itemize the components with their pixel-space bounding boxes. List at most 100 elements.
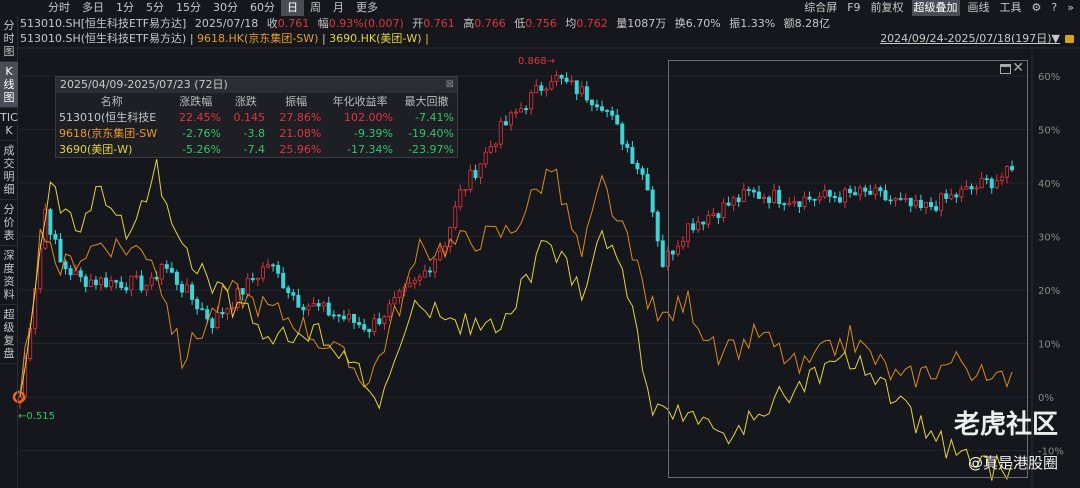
candle-body bbox=[255, 277, 260, 281]
separator: | bbox=[321, 32, 326, 45]
tool-1[interactable]: F9 bbox=[845, 0, 862, 16]
tool-2[interactable]: 前复权 bbox=[869, 0, 906, 16]
sidebar-item-1[interactable]: K线图 bbox=[0, 62, 18, 108]
high-value: 0.766 bbox=[474, 17, 506, 30]
candle-body bbox=[291, 292, 296, 296]
candle-body bbox=[539, 85, 544, 91]
legend-jd[interactable]: 9618.HK(京东集团-SW) bbox=[197, 32, 318, 45]
stats-cell: -5.26% bbox=[182, 142, 221, 156]
sidebar-item-0[interactable]: 分时图 bbox=[0, 16, 18, 62]
y-tick-label: 20% bbox=[1038, 286, 1060, 297]
tool-0[interactable]: 综合屏 bbox=[802, 0, 839, 16]
candle-body bbox=[377, 318, 382, 325]
candle-body bbox=[93, 279, 98, 286]
volume-value: 1087万 bbox=[627, 17, 667, 30]
stats-header: 名称 bbox=[100, 95, 123, 108]
stats-cell: 102.00% bbox=[344, 110, 393, 124]
tool-3[interactable]: 超级叠加 bbox=[911, 0, 960, 16]
candle-body bbox=[331, 314, 336, 317]
tab-8[interactable]: 周 bbox=[304, 0, 327, 16]
candle-body bbox=[645, 173, 650, 191]
candle-body bbox=[362, 324, 367, 330]
separator: | bbox=[189, 32, 194, 45]
candle-body bbox=[630, 147, 635, 164]
tool-5[interactable]: 工具 bbox=[998, 0, 1024, 16]
sidebar-item-4[interactable]: 分价表 bbox=[0, 200, 18, 246]
open-label: 开 bbox=[412, 17, 424, 30]
candle-body bbox=[367, 328, 372, 333]
candle-body bbox=[78, 270, 83, 278]
tab-5[interactable]: 30分 bbox=[207, 0, 244, 16]
tab-3[interactable]: 5分 bbox=[140, 0, 170, 16]
expand-icon[interactable]: » bbox=[1065, 0, 1076, 16]
tab-0[interactable]: 分时 bbox=[42, 0, 76, 16]
stats-cell: -7.41% bbox=[415, 110, 454, 124]
tab-2[interactable]: 1分 bbox=[110, 0, 140, 16]
tab-9[interactable]: 月 bbox=[327, 0, 350, 16]
security-name: 513010.SH[恒生科技ETF易方达] bbox=[20, 17, 187, 30]
candle-body bbox=[372, 318, 377, 333]
candle-body bbox=[119, 281, 124, 288]
candle-body bbox=[422, 270, 427, 278]
tab-10[interactable]: 更多 bbox=[350, 0, 384, 16]
candle-body bbox=[53, 233, 58, 240]
candle-body bbox=[483, 151, 488, 165]
separator: | bbox=[425, 32, 429, 45]
candle-body bbox=[392, 297, 397, 305]
candle-body bbox=[190, 284, 195, 300]
turnover-label: 换 bbox=[674, 17, 686, 30]
candle-body bbox=[640, 168, 645, 175]
stats-cell: -23.97% bbox=[408, 142, 454, 156]
stats-row[interactable]: 9618(京东集团-SW -2.76% -3.8 21.08% -9.39% -19.40… bbox=[56, 125, 457, 141]
candle-body bbox=[230, 307, 235, 309]
y-tick-label: 60% bbox=[1038, 72, 1060, 83]
candle-body bbox=[240, 288, 245, 295]
candle-body bbox=[584, 86, 589, 101]
stats-title: 2025/04/09-2025/07/23 (72日) bbox=[60, 78, 228, 91]
stats-cell: -2.76% bbox=[182, 126, 221, 140]
candle-body bbox=[549, 81, 554, 90]
y-tick-label: 0% bbox=[1038, 393, 1054, 404]
maximize-icon[interactable] bbox=[1000, 64, 1011, 74]
candle-body bbox=[129, 275, 134, 291]
stats-header: 涨跌 bbox=[234, 95, 257, 108]
watermark-author: @真是港股圈 bbox=[967, 454, 1058, 472]
stats-row[interactable]: 3690(美团-W) -5.26% -7.4 25.96% -17.34% -23.97% bbox=[56, 141, 457, 157]
tab-4[interactable]: 15分 bbox=[170, 0, 207, 16]
legend-meituan[interactable]: 3690.HK(美团-W) bbox=[329, 32, 421, 45]
interval-stats-panel: 2025/04/09-2025/07/23 (72日) ⊠ 名称 涨跌幅 涨跌 振幅 年化… bbox=[55, 76, 458, 158]
candle-body bbox=[109, 280, 114, 288]
candle-body bbox=[594, 104, 599, 108]
volume-label: 量 bbox=[616, 17, 628, 30]
candle-body bbox=[48, 209, 53, 235]
legend-main[interactable]: 513010.SH(恒生科技ETF易方达) bbox=[20, 32, 186, 45]
stats-header: 年化收益率 bbox=[332, 95, 388, 108]
sidebar-item-3[interactable]: 成交明细 bbox=[0, 141, 18, 200]
candle-body bbox=[397, 290, 402, 299]
close-icon[interactable]: ✕ bbox=[1012, 60, 1024, 76]
settings-icon[interactable]: ⚙ bbox=[1030, 0, 1044, 16]
help-icon[interactable]: ? bbox=[1049, 0, 1059, 16]
tab-6[interactable]: 60分 bbox=[244, 0, 281, 16]
tab-7[interactable]: 日 bbox=[281, 0, 304, 16]
candle-body bbox=[519, 108, 524, 113]
date-range-selector[interactable]: 2024/09/24-2025/07/18(197日)▼ bbox=[880, 32, 1060, 46]
candle-body bbox=[468, 169, 473, 190]
candle-body bbox=[620, 123, 625, 145]
sidebar-item-5[interactable]: 深度资料 bbox=[0, 246, 18, 305]
lock-icon[interactable] bbox=[1065, 35, 1074, 43]
candle-body bbox=[174, 271, 179, 285]
candle-body bbox=[185, 284, 190, 293]
change-value: 0.93%(0.007) bbox=[328, 17, 404, 30]
tab-1[interactable]: 多日 bbox=[76, 0, 110, 16]
candle-body bbox=[281, 272, 286, 289]
candle-body bbox=[271, 264, 276, 267]
close-icon[interactable]: ⊠ bbox=[446, 77, 454, 93]
sidebar-item-2[interactable]: TICK bbox=[0, 108, 18, 141]
sidebar-item-6[interactable]: 超级复盘 bbox=[0, 305, 18, 364]
stats-row[interactable]: 513010(恒生科技E 22.45% 0.145 27.86% 102.00% -7.4… bbox=[56, 109, 457, 125]
candle-body bbox=[660, 240, 665, 267]
tool-4[interactable]: 画线 bbox=[966, 0, 992, 16]
watermark-brand: 老虎社区 bbox=[953, 410, 1058, 440]
candle-body bbox=[605, 110, 610, 112]
